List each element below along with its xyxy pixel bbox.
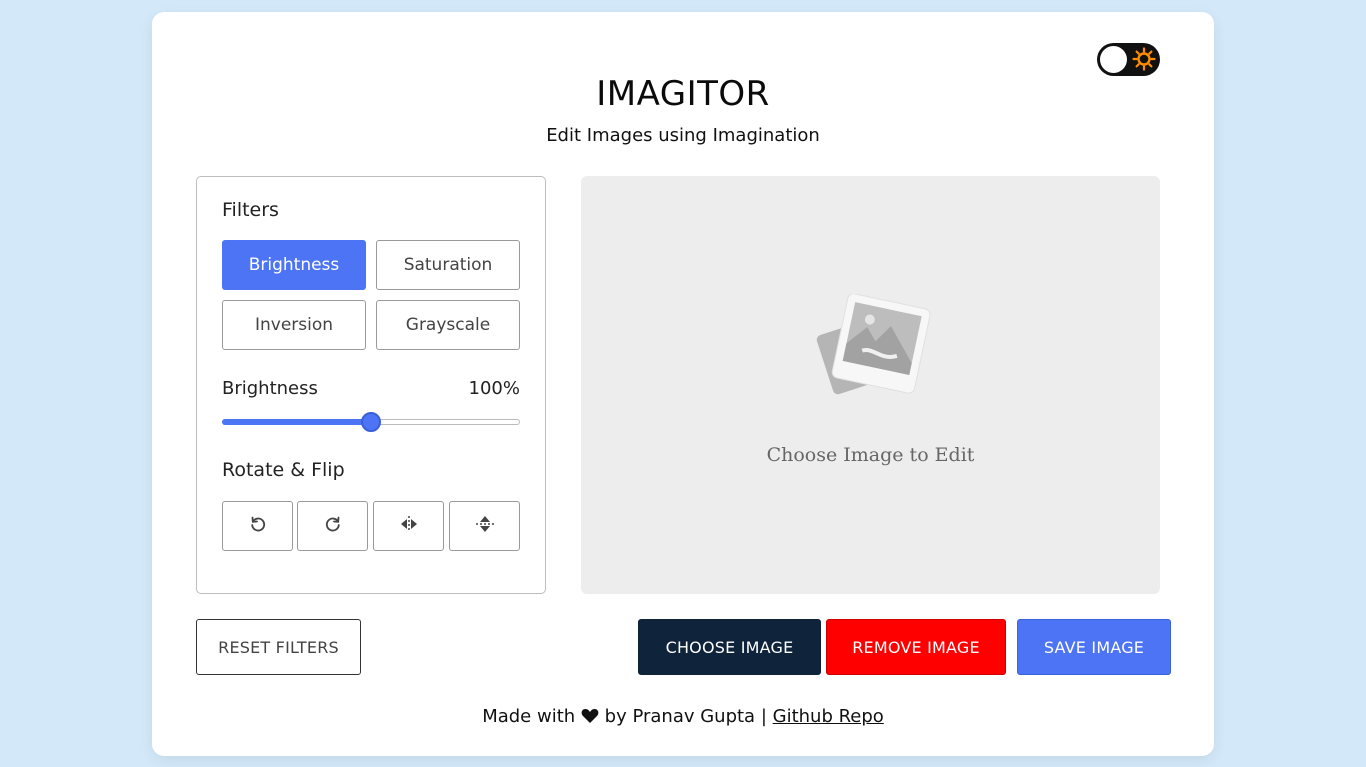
controls-panel: Filters Brightness Saturation Inversion … [196, 176, 546, 594]
filter-brightness-button[interactable]: Brightness [222, 240, 366, 290]
filter-saturation-button[interactable]: Saturation [376, 240, 520, 290]
rotate-left-button[interactable] [222, 501, 293, 551]
sun-icon [1130, 45, 1158, 73]
remove-image-button[interactable]: REMOVE IMAGE [826, 619, 1006, 675]
slider-thumb[interactable] [361, 412, 381, 432]
page-title: IMAGITOR [596, 74, 770, 114]
footer-made-with: Made with [482, 706, 576, 727]
rotate-flip-heading: Rotate & Flip [222, 459, 345, 481]
theme-toggle[interactable] [1097, 43, 1160, 76]
filter-inversion-button[interactable]: Inversion [222, 300, 366, 350]
filters-heading: Filters [222, 199, 279, 221]
slider-fill [222, 419, 371, 425]
footer-by: by Pranav Gupta | [604, 706, 767, 727]
editor-card: IMAGITOR Edit Images using Imagination F… [152, 12, 1214, 756]
rotate-right-icon [324, 515, 342, 537]
github-repo-link[interactable]: Github Repo [773, 706, 884, 727]
flip-horizontal-button[interactable] [373, 501, 444, 551]
image-preview[interactable]: Choose Image to Edit [581, 176, 1160, 594]
toggle-knob [1100, 46, 1127, 73]
heart-icon [581, 708, 599, 729]
flip-horizontal-icon [399, 515, 419, 537]
filter-grayscale-button[interactable]: Grayscale [376, 300, 520, 350]
slider-info: Brightness 100% [222, 378, 520, 399]
image-placeholder-icon [809, 293, 933, 406]
flip-vertical-icon [475, 514, 495, 538]
slider-name: Brightness [222, 378, 318, 399]
footer: Made with by Pranav Gupta | Github Repo [152, 706, 1214, 729]
placeholder-text: Choose Image to Edit [766, 444, 975, 466]
reset-filters-button[interactable]: RESET FILTERS [196, 619, 361, 675]
rotate-left-icon [249, 515, 267, 537]
page-subtitle: Edit Images using Imagination [546, 125, 820, 146]
slider-value: 100% [468, 378, 520, 399]
filter-slider[interactable] [222, 412, 520, 432]
save-image-button[interactable]: SAVE IMAGE [1017, 619, 1171, 675]
rotate-right-button[interactable] [297, 501, 368, 551]
choose-image-button[interactable]: CHOOSE IMAGE [638, 619, 821, 675]
flip-vertical-button[interactable] [449, 501, 520, 551]
